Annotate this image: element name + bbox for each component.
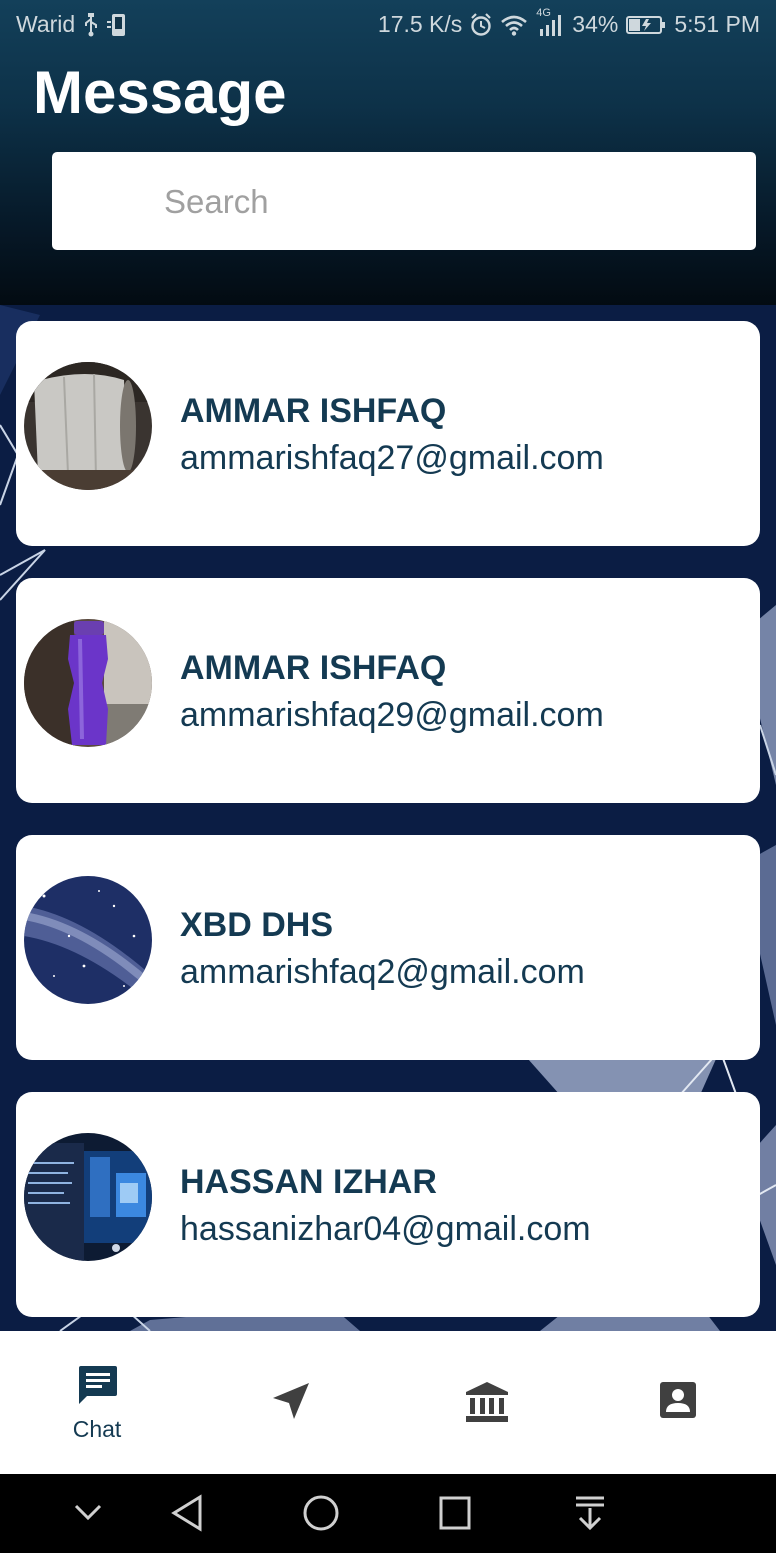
contact-name: HASSAN IZHAR: [180, 1163, 437, 1201]
battery-icon: [626, 15, 666, 35]
home-icon[interactable]: [302, 1494, 340, 1537]
contact-email: hassanizhar04@gmail.com: [180, 1210, 591, 1248]
carrier-name: Warid: [16, 11, 76, 37]
contact-name: AMMAR ISHFAQ: [180, 649, 447, 687]
app-header: Warid 17.5 K/s 4G 34% 5:51 PM Message Se…: [0, 0, 776, 371]
contact-list[interactable]: AMMAR ISHFAQ ammarishfaq27@gmail.com AMM…: [0, 305, 776, 1331]
status-left: Warid: [16, 11, 129, 38]
clock-time: 5:51 PM: [674, 11, 760, 37]
usb-icon: [83, 12, 99, 37]
avatar-photo-purple-bottle: [24, 619, 152, 747]
page-title: Message: [33, 59, 287, 126]
contact-card-icon: [659, 1381, 697, 1424]
nav-tab-navigation[interactable]: [194, 1331, 388, 1474]
contact-avatar[interactable]: [24, 1133, 152, 1261]
contact-card[interactable]: HASSAN IZHAR hassanizhar04@gmail.com: [16, 1092, 760, 1317]
signal-icon: 4G: [536, 7, 564, 37]
recents-icon[interactable]: [438, 1494, 472, 1537]
alarm-icon: [470, 12, 492, 37]
contact-email: ammarishfaq29@gmail.com: [180, 696, 604, 734]
search-input[interactable]: [162, 176, 726, 228]
nav-tab-contacts[interactable]: [582, 1331, 776, 1474]
nav-label-chat: Chat: [72, 1416, 122, 1442]
avatar-photo-laptop-screen: [24, 1133, 152, 1261]
system-navigation-bar: [0, 1474, 776, 1553]
contact-card[interactable]: AMMAR ISHFAQ ammarishfaq27@gmail.com: [16, 321, 760, 546]
bank-icon: [465, 1381, 509, 1428]
search-bar[interactable]: [52, 152, 756, 371]
avatar-photo-milky-way: [24, 876, 152, 1004]
chat-icon: [77, 1364, 119, 1411]
notification-pulldown-icon[interactable]: [572, 1494, 608, 1537]
contact-avatar[interactable]: [24, 619, 152, 747]
contact-email: ammarishfaq2@gmail.com: [180, 953, 585, 991]
hide-nav-icon[interactable]: [72, 1500, 104, 1529]
contact-avatar[interactable]: [24, 362, 152, 490]
status-bar: Warid 17.5 K/s 4G 34% 5:51 PM: [0, 0, 776, 50]
contact-card[interactable]: XBD DHS ammarishfaq2@gmail.com: [16, 835, 760, 1060]
battery-percent: 34%: [572, 11, 619, 37]
nav-tab-bank[interactable]: [388, 1331, 582, 1474]
contact-avatar[interactable]: [24, 876, 152, 1004]
contact-email: ammarishfaq27@gmail.com: [180, 439, 604, 477]
network-speed: 17.5 K/s: [377, 11, 463, 37]
contact-name: AMMAR ISHFAQ: [180, 392, 447, 430]
status-right: 17.5 K/s 4G 34% 5:51 PM: [377, 7, 760, 38]
nav-tab-chat[interactable]: Chat: [0, 1331, 194, 1474]
contact-card[interactable]: AMMAR ISHFAQ ammarishfaq29@gmail.com: [16, 578, 760, 803]
navigation-icon: [271, 1381, 311, 1426]
back-icon[interactable]: [170, 1494, 204, 1537]
wifi-icon: [500, 14, 528, 36]
avatar-photo-tissue-roll: [24, 362, 152, 490]
bottom-navigation: Chat: [0, 1331, 776, 1474]
debug-phone-icon: [107, 13, 129, 37]
network-type: 4G: [536, 6, 551, 19]
contact-name: XBD DHS: [180, 906, 334, 944]
